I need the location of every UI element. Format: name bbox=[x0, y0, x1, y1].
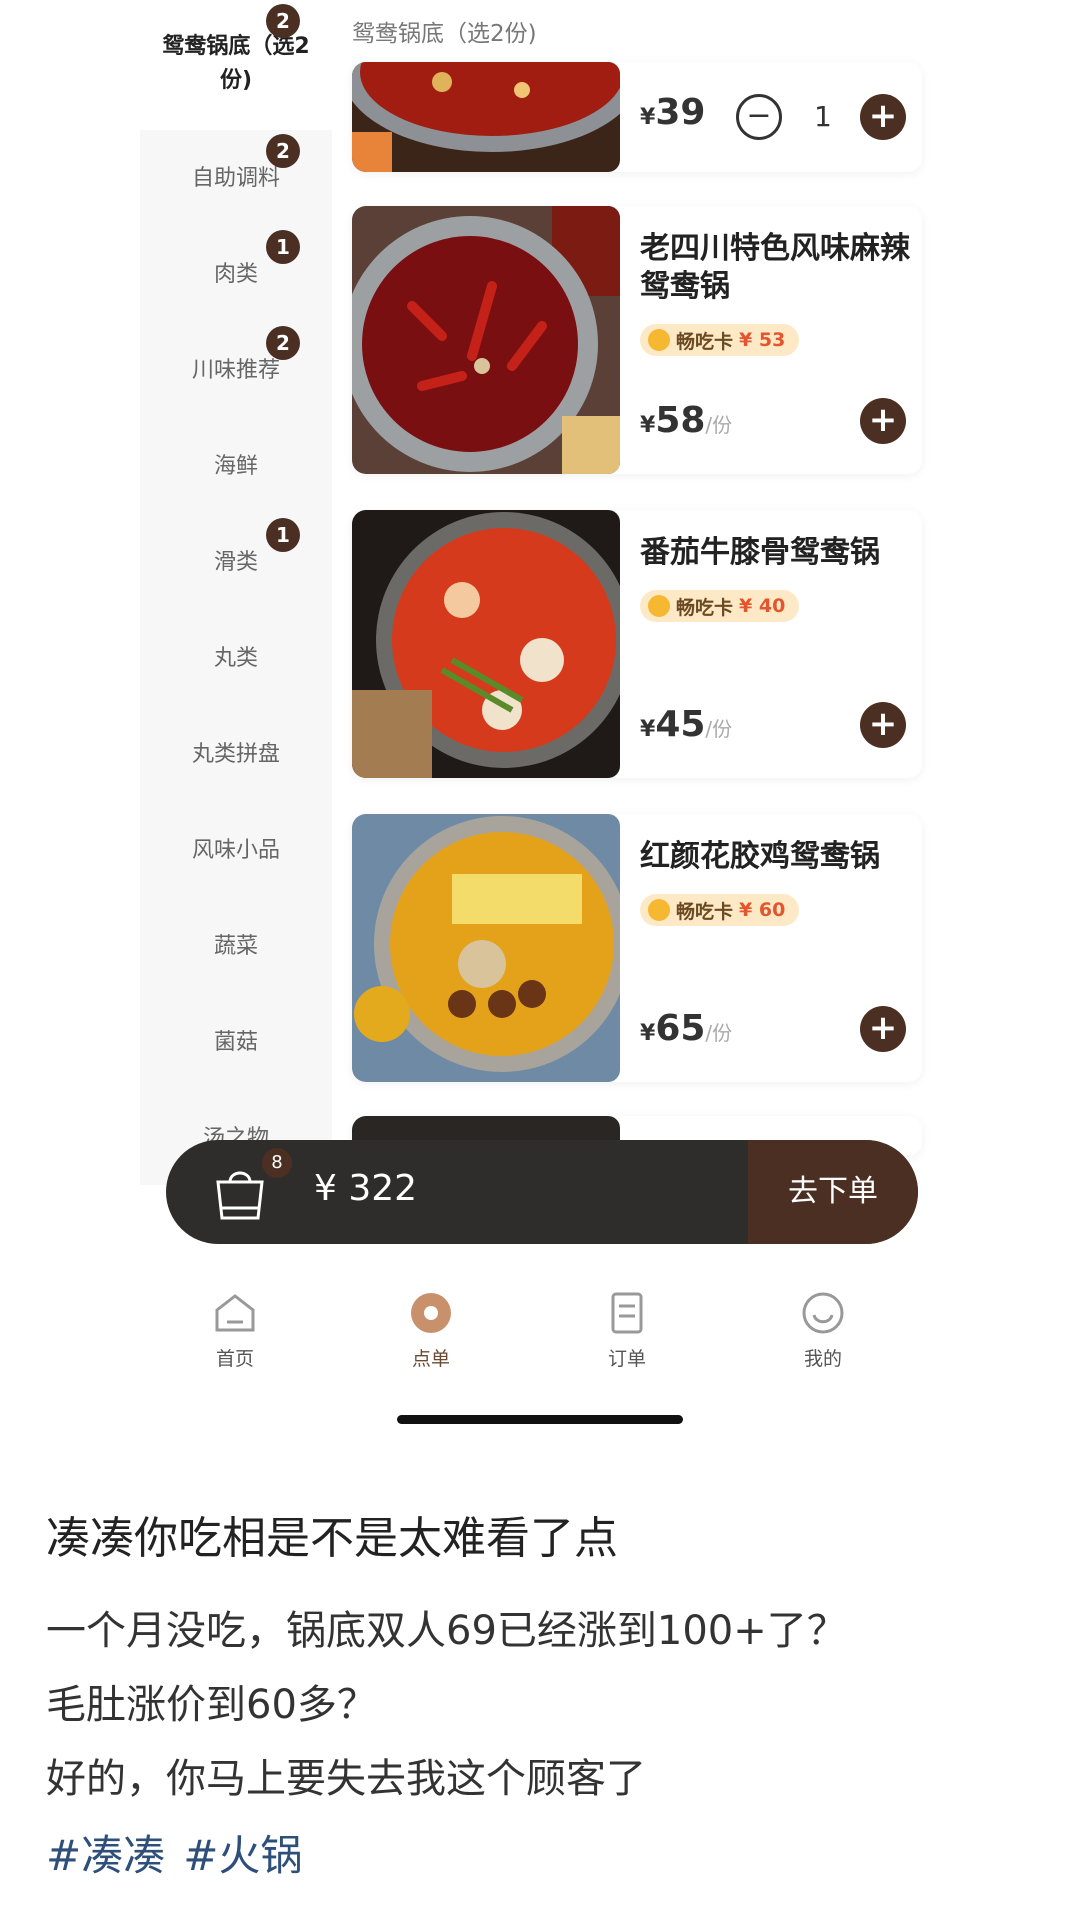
quantity-value: 1 bbox=[814, 100, 832, 133]
vip-card-price: 畅吃卡 ¥ 53 bbox=[640, 324, 800, 356]
home-indicator[interactable] bbox=[397, 1415, 683, 1424]
sidebar-item-label: 蔬菜 bbox=[213, 934, 258, 959]
sidebar-item-paste[interactable]: 滑类 bbox=[140, 544, 332, 576]
sidebar-badge: 2 bbox=[266, 134, 300, 168]
sidebar-item-label: 丸类拼盘 bbox=[191, 742, 280, 767]
plus-icon[interactable]: + bbox=[860, 1006, 906, 1052]
sidebar-item-sichuan[interactable]: 川味推荐 bbox=[140, 352, 332, 384]
dish-name: 番茄牛膝骨鸳鸯锅 bbox=[640, 535, 880, 570]
receipt-icon bbox=[611, 1292, 643, 1334]
sidebar-item-ball-platter[interactable]: 丸类拼盘 bbox=[140, 736, 332, 768]
sidebar-badge: 1 bbox=[266, 230, 300, 264]
sidebar-item-snacks[interactable]: 风味小品 bbox=[140, 832, 332, 864]
vip-card-icon bbox=[648, 899, 670, 921]
vip-card-price: 畅吃卡 ¥ 40 bbox=[640, 590, 800, 622]
dish-price: ¥39 bbox=[640, 92, 706, 133]
hashtags: #凑凑 #火锅 bbox=[46, 1822, 320, 1883]
order-icon bbox=[411, 1293, 451, 1333]
dish-name: 老四川特色风味麻辣鸳鸯锅 bbox=[640, 231, 910, 304]
home-icon bbox=[215, 1294, 255, 1332]
dish-image bbox=[352, 206, 620, 474]
sidebar-item-balls[interactable]: 丸类 bbox=[140, 640, 332, 672]
phone-screen: 鸳鸯锅底（选2份) 2 自助调料 2 肉类 1 川味推荐 2 海鲜 滑类 1 丸… bbox=[0, 0, 1080, 1432]
dish-card[interactable]: 老四川特色风味麻辣鸳鸯锅 畅吃卡 ¥ 53 ¥58/份 + bbox=[352, 206, 922, 474]
dish-price: ¥58/份 bbox=[640, 400, 733, 441]
dish-image bbox=[352, 814, 620, 1082]
hashtag-link[interactable]: #凑凑 bbox=[46, 1831, 165, 1880]
sidebar-item-label: 海鲜 bbox=[213, 454, 258, 479]
sidebar-item-label: 风味小品 bbox=[191, 838, 280, 863]
dish-card[interactable]: 红颜花胶鸡鸳鸯锅 畅吃卡 ¥ 60 ¥65/份 + bbox=[352, 814, 922, 1082]
tab-order[interactable]: 点单 bbox=[386, 1290, 476, 1371]
sidebar-item-label: 鸳鸯锅底（选2份) bbox=[162, 34, 310, 93]
cart-count-badge: 8 bbox=[262, 1148, 292, 1178]
plus-icon[interactable]: + bbox=[860, 94, 906, 140]
dish-price: ¥45/份 bbox=[640, 704, 733, 745]
dish-name: 红颜花胶鸡鸳鸯锅 bbox=[640, 839, 880, 874]
cart-total: ¥ 322 bbox=[314, 1168, 418, 1209]
dish-price: ¥65/份 bbox=[640, 1008, 733, 1049]
dish-image bbox=[352, 62, 620, 172]
sidebar-item-label: 肉类 bbox=[213, 262, 258, 287]
sidebar-item-vegetables[interactable]: 蔬菜 bbox=[140, 928, 332, 960]
sidebar-item-condiments[interactable]: 自助调料 bbox=[140, 160, 332, 192]
sidebar-item-label: 川味推荐 bbox=[191, 358, 280, 383]
category-sidebar: 鸳鸯锅底（选2份) 2 自助调料 2 肉类 1 川味推荐 2 海鲜 滑类 1 丸… bbox=[140, 0, 332, 1185]
profile-icon bbox=[802, 1292, 844, 1334]
sidebar-badge: 1 bbox=[266, 518, 300, 552]
post-title: 凑凑你吃相是不是太难看了点 bbox=[46, 1513, 618, 1564]
sidebar-item-label: 丸类 bbox=[213, 646, 258, 671]
plus-icon[interactable]: + bbox=[860, 702, 906, 748]
sidebar-badge: 2 bbox=[266, 4, 300, 38]
tab-orders[interactable]: 订单 bbox=[582, 1290, 672, 1371]
sidebar-badge: 2 bbox=[266, 326, 300, 360]
plus-icon[interactable]: + bbox=[860, 398, 906, 444]
tab-home[interactable]: 首页 bbox=[190, 1290, 280, 1371]
tab-profile[interactable]: 我的 bbox=[778, 1290, 868, 1371]
sidebar-item-yuanyang-base[interactable]: 鸳鸯锅底（选2份) bbox=[140, 30, 332, 98]
sidebar-item-mushrooms[interactable]: 菌菇 bbox=[140, 1024, 332, 1056]
post-line: 一个月没吃，锅底双人69已经涨到100+了？ bbox=[46, 1608, 847, 1654]
hashtag-link[interactable]: #火锅 bbox=[183, 1831, 302, 1880]
sidebar-item-label: 滑类 bbox=[213, 550, 258, 575]
minus-icon[interactable]: − bbox=[736, 94, 782, 140]
sidebar-item-label: 菌菇 bbox=[213, 1030, 258, 1055]
vip-card-icon bbox=[648, 595, 670, 617]
vip-card-price: 畅吃卡 ¥ 60 bbox=[640, 894, 800, 926]
sidebar-item-label: 自助调料 bbox=[191, 166, 280, 191]
post-line: 好的，你马上要失去我这个顾客了 bbox=[46, 1756, 646, 1802]
shopping-bag-icon[interactable] bbox=[212, 1162, 268, 1222]
cart-bar[interactable]: 8 ¥ 322 去下单 bbox=[166, 1140, 918, 1244]
sidebar-item-meat[interactable]: 肉类 bbox=[140, 256, 332, 288]
sidebar-item-seafood[interactable]: 海鲜 bbox=[140, 448, 332, 480]
vip-card-icon bbox=[648, 329, 670, 351]
dish-card[interactable]: ¥39 − 1 + bbox=[352, 62, 922, 172]
section-title: 鸳鸯锅底（选2份) bbox=[352, 21, 537, 47]
dish-card[interactable]: 番茄牛膝骨鸳鸯锅 畅吃卡 ¥ 40 ¥45/份 + bbox=[352, 510, 922, 778]
dish-image bbox=[352, 510, 620, 778]
post-line: 毛肚涨价到60多？ bbox=[46, 1682, 377, 1728]
checkout-button[interactable]: 去下单 bbox=[748, 1140, 918, 1244]
